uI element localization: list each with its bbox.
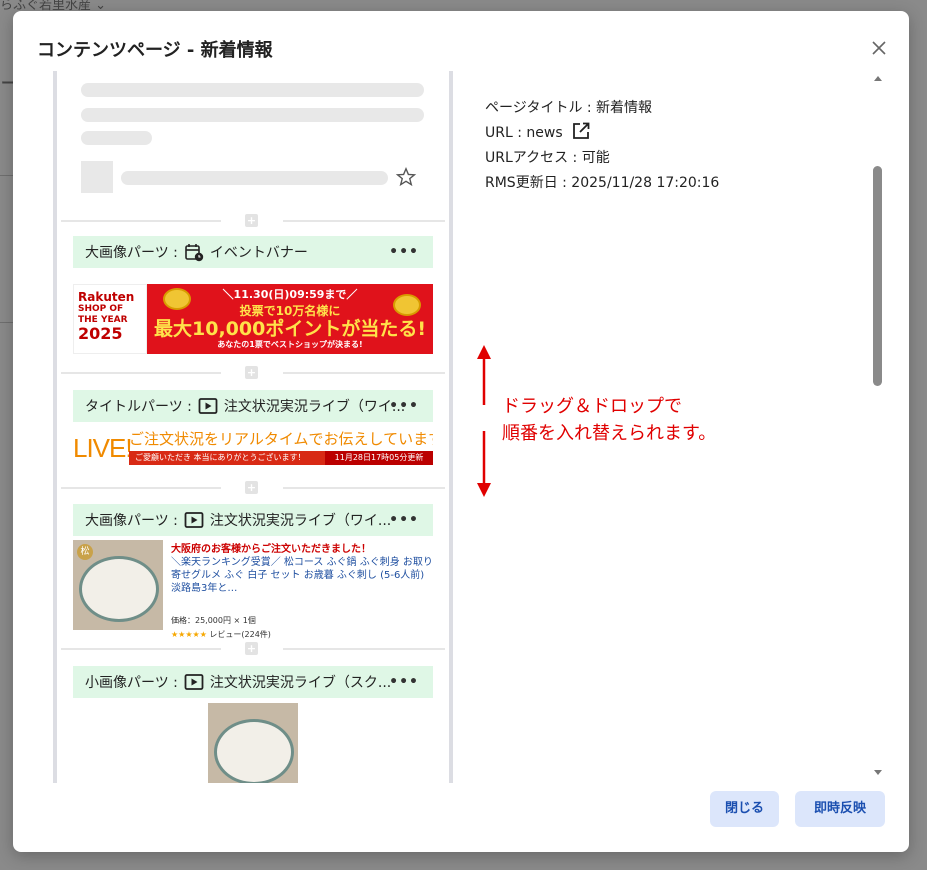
add-part-icon[interactable]: + — [245, 642, 258, 655]
shop-of-the-year-logo: Rakuten SHOP OF THE YEAR 2025 — [73, 284, 147, 354]
skeleton-line — [81, 108, 424, 122]
info-page-title: ページタイトル : 新着情報 — [485, 100, 653, 116]
background-divider — [0, 322, 14, 323]
skeleton-line — [81, 131, 152, 145]
preview-rail — [53, 71, 57, 783]
annotation-line: ドラッグ＆ドロップで — [502, 396, 682, 417]
more-menu-icon[interactable]: ••• — [389, 244, 419, 260]
insert-divider: + — [61, 366, 445, 379]
live-label: LIVE! — [73, 433, 133, 463]
scrollbar-thumb[interactable] — [873, 166, 882, 386]
info-rms-updated: RMS更新日 : 2025/11/28 17:20:16 — [485, 175, 720, 191]
play-video-icon — [198, 398, 218, 414]
insert-divider: + — [61, 214, 445, 227]
part-type-label: 大画像パーツ : — [85, 245, 178, 261]
review-count: レビュー(224件) — [209, 630, 271, 639]
part-name: 注文状況実況ライブ（ワイ... — [209, 513, 392, 529]
content-page-modal: コンテンツページ - 新着情報 + 大画像パーツ : イベントバナー ••• R… — [13, 11, 909, 852]
star-icon[interactable] — [395, 166, 417, 188]
part-name: イベントバナー — [209, 245, 308, 261]
part-type-label: 大画像パーツ : — [85, 513, 178, 529]
campaign-headline: 最大10,000ポイントが当たる! — [154, 318, 426, 340]
skeleton-image — [81, 161, 113, 193]
info-url: URL : news — [485, 125, 563, 141]
add-part-icon[interactable]: + — [245, 481, 258, 494]
info-url-access: URLアクセス : 可能 — [485, 150, 610, 166]
product-image: 松 — [73, 540, 163, 630]
live-headline: ご注文状況をリアルタイムでお伝えしています — [129, 430, 433, 448]
drag-drop-annotation: ドラッグ＆ドロップで 順番を入れ替えられます。 — [502, 393, 716, 447]
more-menu-icon[interactable]: ••• — [389, 398, 419, 414]
apply-now-button[interactable]: 即時反映 — [795, 791, 885, 827]
play-video-icon — [184, 674, 204, 690]
live-updated: 11月28日17時05分更新 — [325, 451, 433, 465]
drag-direction-arrow-icon — [477, 345, 491, 497]
product-badge: 松 — [77, 544, 93, 560]
external-link-icon[interactable] — [571, 121, 591, 141]
campaign-subtitle: 投票で10万名様に — [239, 304, 341, 318]
skeleton-line — [121, 171, 388, 185]
product-description[interactable]: ＼楽天ランキング受賞／ 松コース ふぐ鍋 ふぐ刺身 お取り寄せグルメ ふぐ 白子… — [171, 556, 437, 595]
live-thanks: ご愛顧いただき 本当にありがとうございます！ — [135, 453, 306, 462]
more-menu-icon[interactable]: ••• — [389, 512, 419, 528]
part-header[interactable]: 小画像パーツ : 注文状況実況ライブ（スク... ••• — [73, 666, 433, 698]
coin-icon — [393, 294, 421, 316]
part-type-label: 小画像パーツ : — [85, 675, 178, 691]
product-price: 価格：25,000円 × 1個 — [171, 616, 256, 625]
small-product-image — [208, 703, 298, 783]
close-button[interactable]: 閉じる — [710, 791, 779, 827]
more-menu-icon[interactable]: ••• — [389, 674, 419, 690]
annotation-line: 順番を入れ替えられます。 — [502, 423, 717, 444]
campaign-note: あなたの1票でベストショップが決まる! — [217, 340, 363, 349]
calendar-clock-icon — [185, 244, 204, 262]
product-card: 松 大阪府のお客様からご注文いただきました！ ＼楽天ランキング受賞／ 松コース … — [73, 540, 443, 639]
coin-icon — [163, 288, 191, 310]
scroll-up-arrow-icon[interactable] — [872, 73, 884, 83]
campaign-banner: ＼11.30(日)09:59まで／ 投票で10万名様に 最大10,000ポイント… — [147, 284, 433, 354]
part-name: 注文状況実況ライブ（ワイ... — [223, 399, 406, 415]
product-review: ★★★★★ レビュー(224件) — [171, 629, 271, 640]
part-type-label: タイトルパーツ : — [85, 399, 192, 415]
part-header[interactable]: 大画像パーツ : イベントバナー ••• — [73, 236, 433, 268]
page-preview[interactable]: + 大画像パーツ : イベントバナー ••• Rakuten SHOP OF T… — [53, 71, 455, 783]
background-divider — [0, 175, 14, 176]
scroll-down-arrow-icon[interactable] — [872, 768, 884, 778]
page-info: ページタイトル : 新着情報 URL : news URLアクセス : 可能 R… — [485, 96, 719, 196]
skeleton-line — [81, 83, 424, 97]
info-url-row: URL : news — [485, 121, 719, 146]
rating-stars: ★★★★★ — [171, 630, 207, 639]
event-banner-image: Rakuten SHOP OF THE YEAR 2025 ＼11.30(日)0… — [73, 284, 433, 354]
add-part-icon[interactable]: + — [245, 214, 258, 227]
modal-title: コンテンツページ - 新着情報 — [37, 40, 273, 61]
insert-divider: + — [61, 481, 445, 494]
part-header[interactable]: 大画像パーツ : 注文状況実況ライブ（ワイ... ••• — [73, 504, 433, 536]
product-title: 大阪府のお客様からご注文いただきました！ — [171, 544, 371, 555]
play-video-icon — [184, 512, 204, 528]
part-name: 注文状況実況ライブ（スク... — [209, 675, 392, 691]
part-header[interactable]: タイトルパーツ : 注文状況実況ライブ（ワイ... ••• — [73, 390, 433, 422]
close-icon[interactable] — [869, 38, 889, 58]
preview-rail — [449, 71, 453, 783]
insert-divider: + — [61, 642, 445, 655]
live-title-image: LIVE! ご注文状況をリアルタイムでお伝えしています ご愛顧いただき 本当にあ… — [73, 430, 433, 466]
live-subbar: ご愛顧いただき 本当にありがとうございます！ 11月28日17時05分更新 — [129, 451, 433, 465]
background-fragment: ー — [0, 72, 14, 96]
add-part-icon[interactable]: + — [245, 366, 258, 379]
